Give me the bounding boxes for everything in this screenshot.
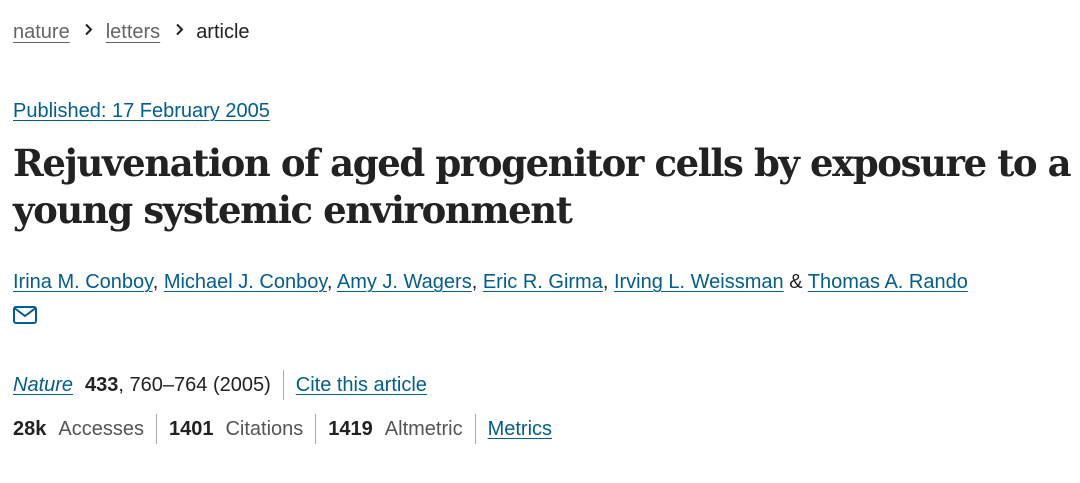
article-title: Rejuvenation of aged progenitor cells by… <box>13 141 1072 232</box>
divider <box>282 370 284 400</box>
chevron-right-icon <box>78 23 100 39</box>
author-link[interactable]: Thomas A. Rando <box>808 271 968 293</box>
chevron-right-icon <box>168 23 190 39</box>
accesses-label: Accesses <box>58 418 144 440</box>
author-link[interactable]: Irving L. Weissman <box>614 271 784 293</box>
divider <box>155 414 157 444</box>
breadcrumb-item-nature[interactable]: nature <box>13 18 70 46</box>
journal-pages-year: , 760–764 (2005) <box>118 374 271 396</box>
author-link[interactable]: Irina M. Conboy <box>13 271 153 293</box>
citations-count: 1401 <box>168 418 214 440</box>
breadcrumb-item-article: article <box>196 21 250 43</box>
divider <box>474 414 476 444</box>
author-separator: , <box>152 271 164 293</box>
divider <box>315 414 317 444</box>
article-metrics: 28k Accesses 1401 Citations 1419 Altmetr… <box>13 414 552 444</box>
breadcrumb-item-letters[interactable]: letters <box>106 18 160 46</box>
author-separator: , <box>471 271 483 293</box>
journal-info: Nature 433 , 760–764 (2005) Cite this ar… <box>13 370 427 400</box>
breadcrumb: nature letters article <box>13 18 250 46</box>
journal-volume: 433 <box>85 374 119 396</box>
altmetric-label: Altmetric <box>384 418 463 440</box>
author-link[interactable]: Michael J. Conboy <box>164 271 327 293</box>
altmetric-count: 1419 <box>328 418 373 440</box>
author-link[interactable]: Amy J. Wagers <box>337 271 472 293</box>
author-link[interactable]: Eric R. Girma <box>483 271 603 293</box>
published-date-link[interactable]: Published: 17 February 2005 <box>13 98 270 124</box>
author-separator: , <box>602 271 614 293</box>
accesses-count: 28k <box>13 418 47 440</box>
envelope-icon[interactable] <box>13 306 39 326</box>
author-list: Irina M. Conboy, Michael J. Conboy, Amy … <box>13 268 1075 296</box>
cite-article-link[interactable]: Cite this article <box>296 371 427 399</box>
metrics-link[interactable]: Metrics <box>488 415 552 443</box>
journal-name: Nature <box>13 374 74 396</box>
citations-label: Citations <box>225 418 304 440</box>
journal-name-link[interactable]: Nature <box>13 371 73 399</box>
author-separator: , <box>326 271 337 293</box>
author-joiner: & <box>783 271 808 293</box>
